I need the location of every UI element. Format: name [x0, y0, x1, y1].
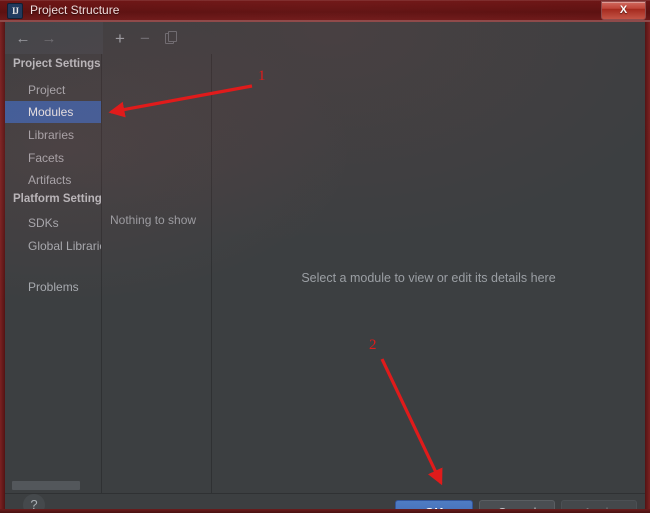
sidebar-item-problems[interactable]: Problems [5, 276, 101, 298]
sidebar-horizontal-scrollbar[interactable] [12, 481, 80, 490]
window-border-bottom [0, 509, 650, 513]
sidebar-item-project[interactable]: Project [5, 79, 101, 101]
intellij-idea-icon-text: IJ [11, 6, 19, 16]
sidebar-item-libraries[interactable]: Libraries [5, 124, 101, 146]
window-title: Project Structure [30, 3, 120, 17]
sidebar-item-facets[interactable]: Facets [5, 147, 101, 169]
sidebar-item-modules[interactable]: Modules [5, 101, 101, 123]
intellij-idea-icon: IJ [7, 3, 23, 19]
sidebar-group-header-platform-settings: Platform Settings [13, 193, 101, 205]
module-details-placeholder: Select a module to view or edit its deta… [301, 271, 556, 285]
ok-button[interactable]: OK [395, 500, 473, 509]
sidebar-item-artifacts[interactable]: Artifacts [5, 169, 101, 191]
help-button[interactable]: ? [23, 494, 45, 509]
add-icon[interactable]: + [111, 30, 129, 48]
apply-button: Apply [561, 500, 637, 509]
module-details-panel: Select a module to view or edit its deta… [212, 54, 645, 494]
back-arrow-icon[interactable]: ← [14, 30, 32, 48]
cancel-button[interactable]: Cancel [479, 500, 555, 509]
remove-icon[interactable]: − [136, 30, 154, 48]
sidebar-group-header-project-settings: Project Settings [13, 58, 101, 70]
window-border-right [645, 22, 650, 513]
copy-icon[interactable] [162, 30, 180, 48]
project-structure-dialog: IJ Project Structure X ← → + − Project S… [0, 0, 650, 513]
title-bar: IJ Project Structure X [0, 0, 650, 22]
sidebar-item-sdks[interactable]: SDKs [5, 212, 101, 234]
modules-empty-message: Nothing to show [110, 213, 197, 227]
settings-category-sidebar[interactable]: Project Settings Project Modules Librari… [5, 54, 101, 494]
dialog-content: ← → + − Project Settings Project Modules… [5, 22, 645, 509]
sidebar-item-global-libraries[interactable]: Global Libraries [5, 235, 101, 257]
copy-icon-front-sheet [168, 31, 177, 42]
toolbar: ← → + − [5, 22, 645, 54]
close-icon[interactable]: X [601, 1, 646, 20]
modules-list-panel[interactable]: Nothing to show [102, 54, 211, 494]
forward-arrow-icon[interactable]: → [40, 30, 58, 48]
